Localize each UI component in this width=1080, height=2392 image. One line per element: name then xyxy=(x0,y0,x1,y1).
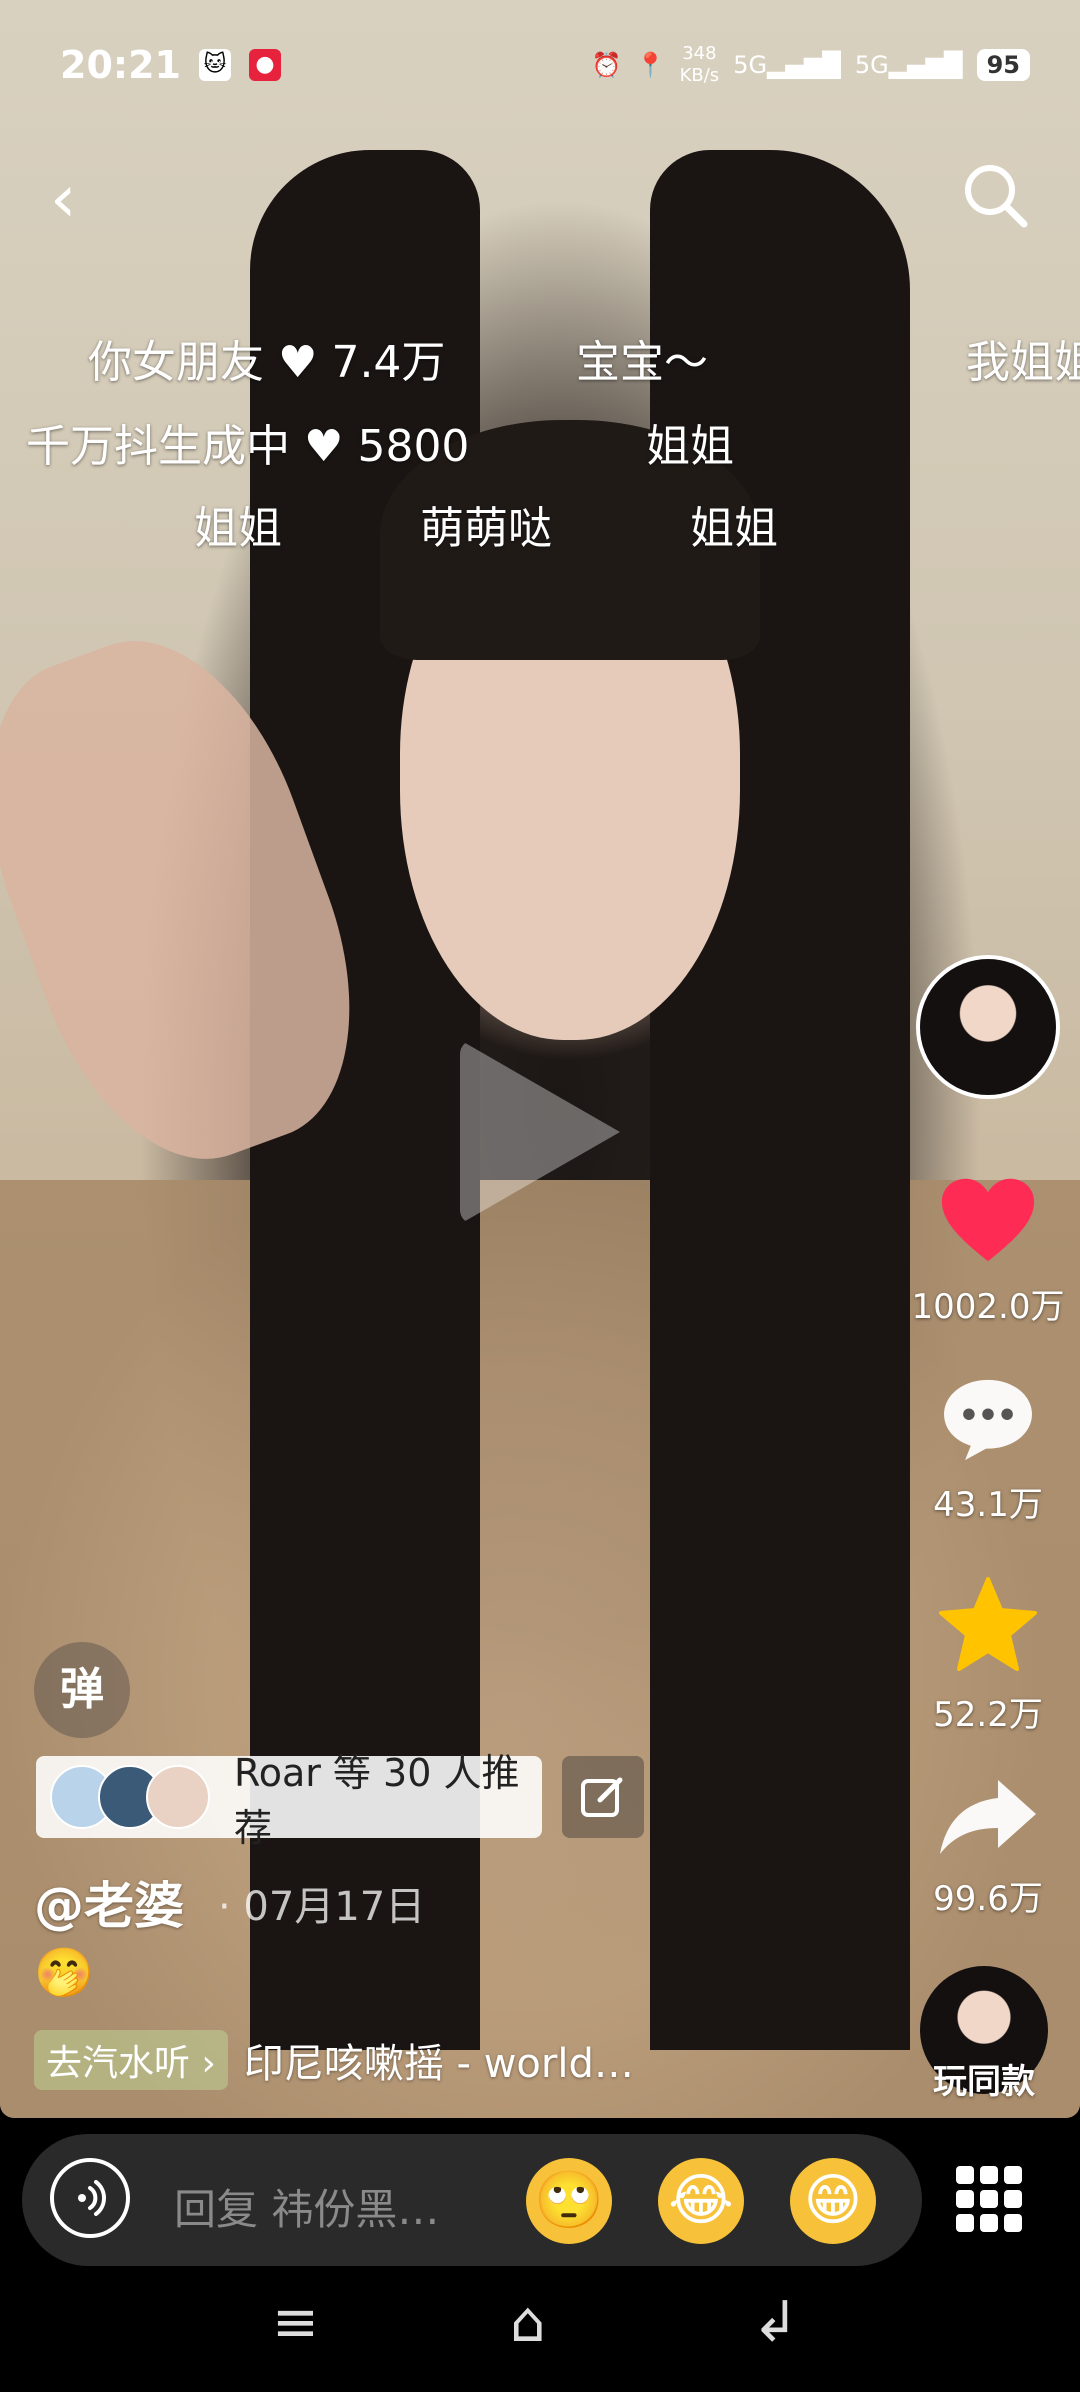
comment-bar: 回复 祎份黑… 🙄 😂 😁 xyxy=(22,2134,922,2266)
back-nav-icon[interactable]: ↲ xyxy=(752,2290,799,2355)
status-time: 20:21 xyxy=(60,43,181,87)
share-icon xyxy=(940,1780,1036,1854)
emoji-button[interactable]: 😁 xyxy=(790,2158,876,2244)
music-title[interactable]: 印尼咳嗽摇 - world… xyxy=(244,2031,634,2089)
emoji-button[interactable]: 😂 xyxy=(658,2158,744,2244)
location-icon: 📍 xyxy=(635,51,666,79)
net-speed: 348 KB/s xyxy=(679,43,720,86)
danmaku-item: 姐姐 xyxy=(646,421,734,472)
recommend-label: Roar 等 30 人推荐 xyxy=(234,1751,520,1850)
avatar xyxy=(146,1765,210,1829)
recommend-chip[interactable]: Roar 等 30 人推荐 xyxy=(36,1751,542,1850)
share-button[interactable]: 99.6万 xyxy=(908,1776,1068,1920)
search-icon[interactable] xyxy=(960,160,1030,234)
danmaku-item: 我姐姐 xyxy=(966,337,1080,388)
post-date: · 07月17日 xyxy=(218,1884,426,1930)
edit-button[interactable] xyxy=(562,1756,644,1838)
star-icon xyxy=(939,1577,1037,1671)
alarm-icon: ⏰ xyxy=(591,51,622,79)
heart-icon xyxy=(941,1178,1035,1262)
music-source-tag[interactable]: 去汽水听 › xyxy=(34,2030,228,2090)
danmaku-item: 你女朋友 ♥ 7.4万 xyxy=(88,337,446,388)
status-indicators: ⏰ 📍 348 KB/s 5G▂▄▆█ 5G▂▄▆█ 95 xyxy=(592,43,1030,87)
danmaku-item: 姐姐 xyxy=(690,503,778,554)
recommender-avatars xyxy=(50,1765,210,1829)
comment-button[interactable]: 43.1万 xyxy=(908,1376,1068,1526)
top-bar: ‹ xyxy=(50,150,1030,237)
danmaku-item: 萌萌哒 xyxy=(420,503,552,554)
danmaku-item: 姐姐 xyxy=(194,503,282,554)
emoji-button[interactable]: 🙄 xyxy=(526,2158,612,2244)
voice-icon xyxy=(78,2180,106,2216)
caption: 🤭 xyxy=(34,1945,94,2001)
back-icon[interactable]: ‹ xyxy=(50,160,76,237)
system-nav-bar: ≡ ⌂ ↲ xyxy=(0,2290,1080,2370)
voice-input-button[interactable] xyxy=(50,2158,130,2238)
danmaku-toggle-button[interactable]: 弹 xyxy=(34,1642,130,1738)
heart-icon: ♥ xyxy=(278,337,318,388)
comment-input[interactable]: 回复 祎份黑… xyxy=(174,2176,439,2237)
home-icon[interactable]: ⌂ xyxy=(510,2290,546,2355)
author-name[interactable]: @老婆 xyxy=(34,1866,184,1938)
signal-icon: 5G▂▄▆█ xyxy=(854,51,963,79)
danmaku-item: 宝宝～ xyxy=(576,337,708,388)
music-row[interactable]: 去汽水听 › 印尼咳嗽摇 - world… xyxy=(34,2030,634,2090)
more-apps-icon[interactable] xyxy=(956,2166,1022,2232)
app-notification-icon: 🐱 xyxy=(198,49,231,81)
play-icon[interactable] xyxy=(460,1040,620,1224)
comment-icon xyxy=(944,1379,1032,1461)
status-bar: 20:21 🐱 ● ⏰ 📍 348 KB/s 5G▂▄▆█ 5G▂▄▆█ 95 xyxy=(60,30,1030,100)
danmaku-item: 千万抖生成中 ♥ 5800 xyxy=(26,421,470,472)
menu-icon[interactable]: ≡ xyxy=(272,2290,319,2355)
signal-icon: 5G▂▄▆█ xyxy=(733,51,841,79)
edit-icon xyxy=(581,1777,623,1817)
favorite-button[interactable]: 52.2万 xyxy=(908,1576,1068,1736)
battery-icon: 95 xyxy=(976,49,1030,81)
same-style-button[interactable]: 玩同款 xyxy=(916,1966,1052,2103)
heart-icon: ♥ xyxy=(304,421,344,472)
like-button[interactable]: 1002.0万 xyxy=(908,1176,1068,1328)
app-notification-icon: ● xyxy=(248,49,281,81)
author-avatar[interactable] xyxy=(916,955,1060,1099)
